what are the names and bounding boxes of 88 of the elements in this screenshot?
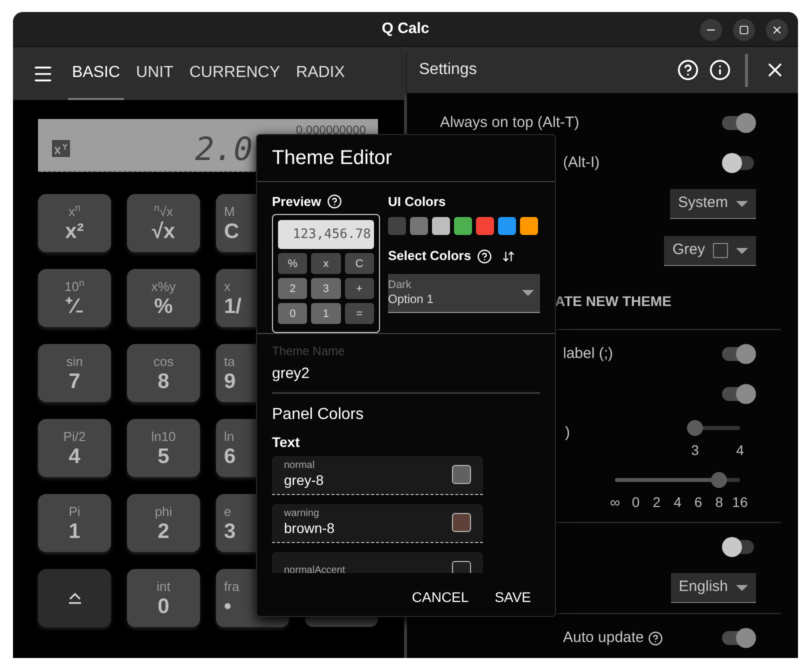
toggle-switch[interactable] <box>722 536 756 558</box>
setting-label: Always on top (Alt-T) <box>440 112 580 133</box>
setting-label: ) <box>565 423 570 443</box>
save-button[interactable]: SAVE <box>482 578 543 616</box>
preview-key: 0 <box>278 303 308 324</box>
slider-tick-label: 0 <box>630 493 641 512</box>
close-button[interactable] <box>766 19 788 41</box>
color-field[interactable]: warning brown-8 <box>272 504 483 543</box>
color-swatch[interactable] <box>520 217 538 236</box>
color-field[interactable]: normalAccent <box>272 552 483 573</box>
slider-thumb[interactable] <box>711 472 728 488</box>
calc-key[interactable]: int 0 <box>127 569 200 627</box>
dropdown[interactable]: System <box>670 189 756 219</box>
slider-tick-label: 4 <box>672 493 682 512</box>
settings-title: Settings <box>419 60 478 80</box>
color-swatch[interactable] <box>432 217 450 236</box>
calc-key[interactable]: $^{n}$√x √x <box>127 194 200 252</box>
memory-value: 0.000000000 <box>296 122 366 139</box>
color-swatch[interactable] <box>476 217 494 236</box>
color-swatch[interactable] <box>452 513 471 532</box>
shift-icon <box>68 592 82 604</box>
calc-key[interactable]: sin 7 <box>38 344 111 402</box>
swap-icon[interactable] <box>502 250 516 263</box>
tab[interactable]: RADIX <box>292 47 349 100</box>
preview-key: 3 <box>311 278 341 300</box>
toggle-switch[interactable] <box>722 383 756 405</box>
preview-key: + <box>344 278 374 300</box>
calc-key[interactable]: Pi/2 4 <box>38 419 111 477</box>
toggle-switch[interactable] <box>722 627 756 649</box>
calc-key[interactable]: Pi 1 <box>38 494 111 552</box>
color-swatch[interactable] <box>410 217 428 236</box>
slider-tick-label: 3 <box>690 441 700 460</box>
color-swatch[interactable] <box>388 217 406 236</box>
preview-key: x <box>311 253 341 274</box>
maximize-button[interactable] <box>733 19 755 41</box>
calc-key[interactable]: x%y % <box>127 269 200 327</box>
preview-display: 123,456.78 <box>278 220 374 250</box>
color-swatch[interactable] <box>454 217 472 236</box>
color-select[interactable]: Dark Option 1 <box>388 274 540 313</box>
slider-tick-label: 6 <box>693 493 704 512</box>
cancel-button[interactable]: CANCEL <box>400 578 481 616</box>
ui-colors-label: UI Colors <box>388 192 447 211</box>
calc-key[interactable]: x$^{n}$ x² <box>38 194 111 252</box>
color-swatch <box>713 243 728 258</box>
calc-key[interactable]: phi 2 <box>127 494 200 552</box>
slider-tick-label: 8 <box>714 493 724 512</box>
slider-tick-label: 2 <box>652 493 662 512</box>
caret-icon <box>736 200 748 206</box>
slider-tick-label: 4 <box>735 441 745 460</box>
slider-tick-label: ∞ <box>609 493 621 512</box>
color-swatch[interactable] <box>498 217 516 236</box>
preview-key: 1 <box>311 303 341 324</box>
dropdown[interactable]: Grey <box>664 236 756 266</box>
display-value: 2.0 <box>195 133 253 165</box>
caret-icon <box>736 584 748 590</box>
color-field[interactable]: normal grey-8 <box>272 456 483 495</box>
dropdown[interactable]: English <box>670 573 756 603</box>
create-theme-button[interactable]: ATE NEW THEME <box>555 290 672 312</box>
setting-label: (Alt-I) <box>563 152 600 173</box>
preview-key: = <box>344 303 374 324</box>
setting-label: label (;) <box>563 344 614 364</box>
mode-icon <box>52 140 70 157</box>
preview-key: 2 <box>278 278 308 300</box>
caret-icon <box>522 290 534 296</box>
toggle-switch[interactable] <box>722 112 756 134</box>
calc-key[interactable]: cos 8 <box>127 344 200 402</box>
window-title: Q Calc <box>382 18 430 39</box>
setting-label: Auto update <box>563 628 644 648</box>
select-colors-label: Select Colors <box>388 247 472 266</box>
help-icon[interactable] <box>648 630 663 646</box>
tab[interactable]: UNIT <box>132 47 178 100</box>
calc-key[interactable]: ln10 5 <box>127 419 200 477</box>
calc-key[interactable]: 10$^{n}$ ⁺∕₋ <box>38 269 111 327</box>
preview-key: C <box>344 253 374 274</box>
info-icon[interactable] <box>709 59 731 81</box>
toggle-switch[interactable] <box>722 152 756 174</box>
preview-key: % <box>278 253 308 274</box>
dialog-title: Theme Editor <box>272 146 392 171</box>
tab[interactable]: BASIC <box>68 47 124 100</box>
toggle-switch[interactable] <box>722 343 756 365</box>
close-icon <box>771 24 783 36</box>
slider-tick-label: 16 <box>732 493 748 512</box>
caret-icon <box>736 248 748 254</box>
maximize-icon <box>739 25 749 35</box>
theme-name-field[interactable]: Theme Name grey2 <box>272 342 540 394</box>
color-swatch[interactable] <box>452 465 471 484</box>
slider-thumb[interactable] <box>687 420 703 436</box>
tab[interactable]: CURRENCY <box>185 47 284 100</box>
